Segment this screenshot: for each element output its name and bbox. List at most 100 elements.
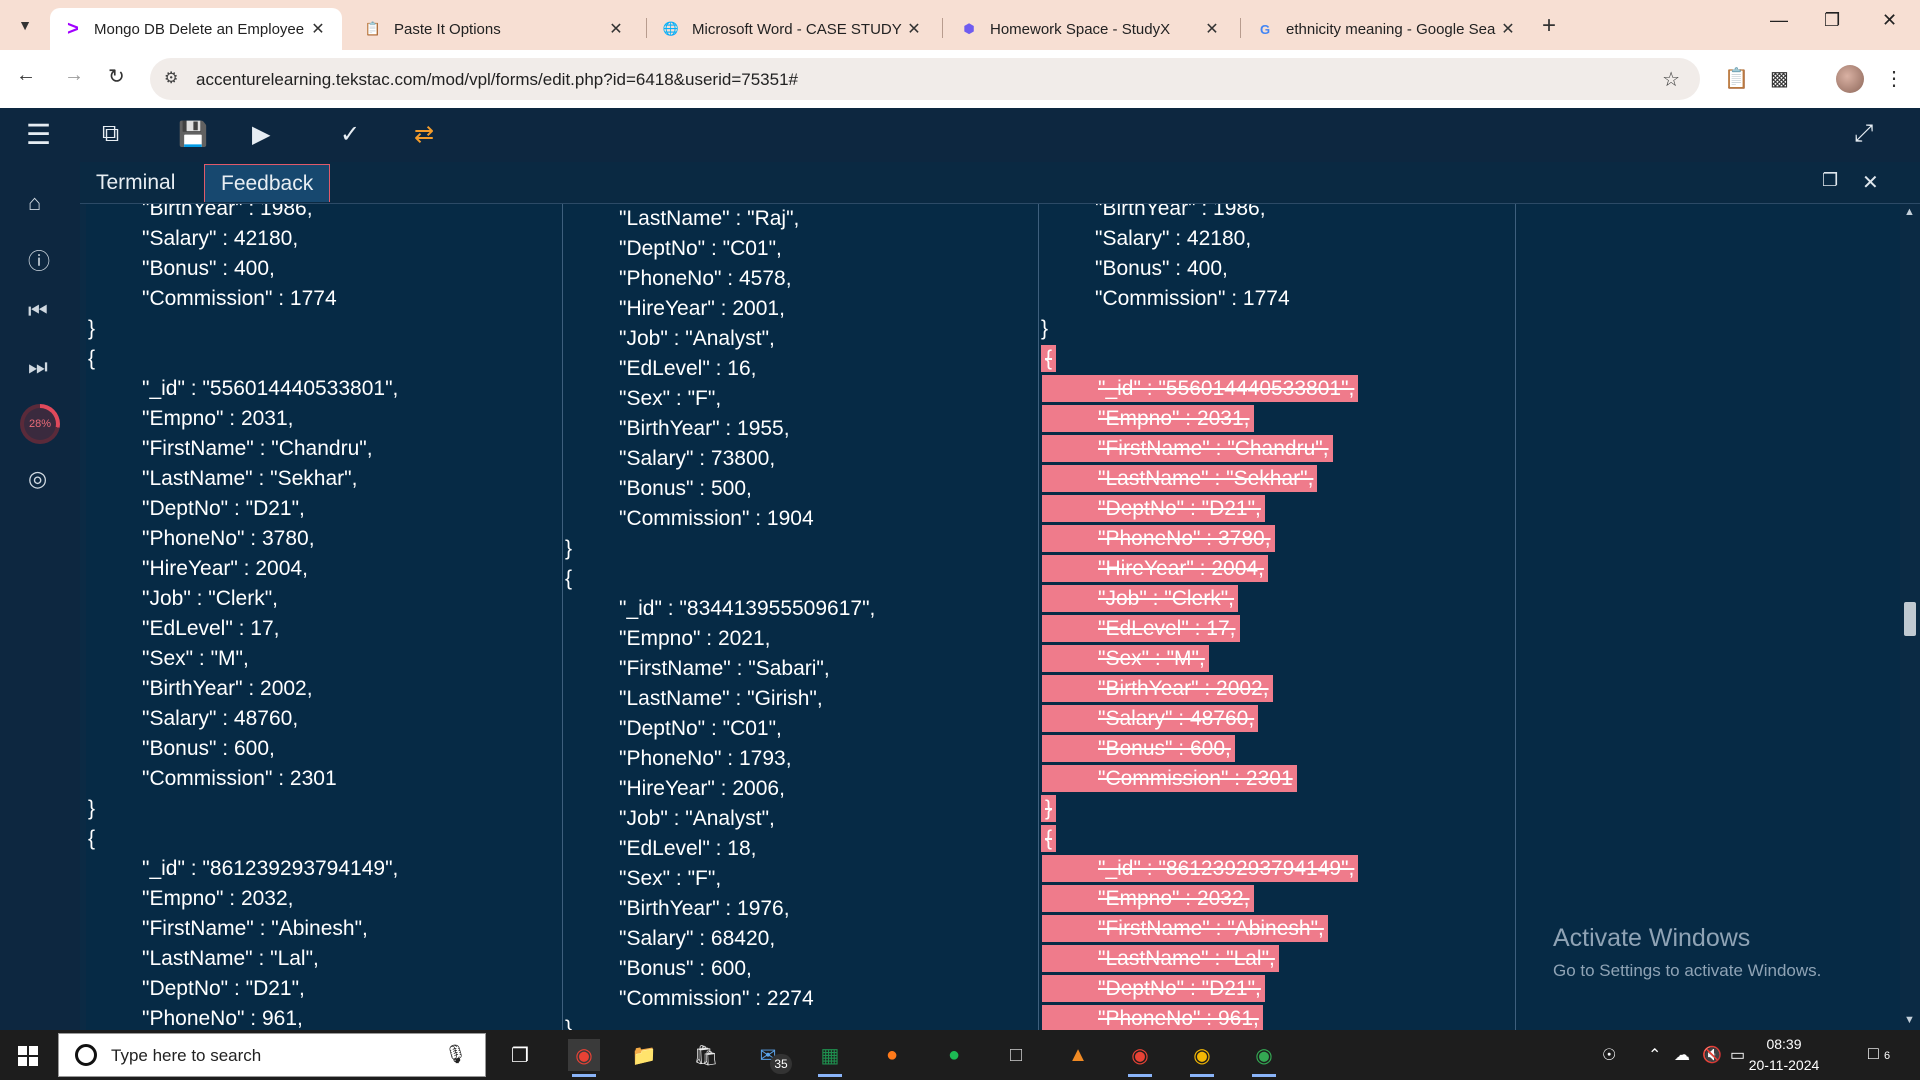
diff-line: { [86,824,562,854]
diff-line: "Salary" : 42180, [1039,224,1515,254]
close-icon[interactable]: ✕ [606,19,626,39]
microsoft-store-icon[interactable]: 🛍 [690,1039,722,1071]
people-icon[interactable]: ☉ [1602,1045,1616,1065]
diff-line: "LastName" : "Sekhar", [86,464,562,494]
hamburger-menu-icon[interactable]: ☰ [26,118,51,151]
diff-line: "LastName" : "Lal", [86,944,562,974]
minimize-icon[interactable]: — [1770,10,1788,31]
support-lifebuoy-icon[interactable]: ◎ [28,466,47,492]
diff-line-text: "Empno" : 2032, [142,887,294,910]
diff-line: "Bonus" : 500, [563,474,1038,504]
diff-line: "Salary" : 48760, [86,704,562,734]
deleted-diff-line: "Bonus" : 600, [1039,734,1515,764]
notification-center-icon[interactable]: □ [1868,1043,1879,1064]
scroll-down-arrow-icon[interactable]: ▼ [1904,1014,1915,1026]
diff-line-text: "DeptNo" : "D21", [142,977,305,1000]
file-explorer-icon[interactable]: 📁 [628,1039,660,1071]
panel-tab-bar: Terminal Feedback ❐ ✕ [80,162,1920,204]
tab-mongo-db[interactable]: > Mongo DB Delete an Employee ✕ [50,8,342,50]
tab-search-chevron-icon[interactable]: ▼ [10,10,40,40]
tab-studyx[interactable]: ⬢ Homework Space - StudyX ✕ [946,8,1236,50]
close-panel-icon[interactable]: ✕ [1862,170,1879,195]
microphone-icon[interactable]: 🎙 [444,1044,467,1065]
reload-icon[interactable]: ↻ [108,64,125,89]
show-hidden-icons-chevron-icon[interactable]: ⌃ [1648,1045,1661,1065]
diff-line: "PhoneNo" : 1793, [563,744,1038,774]
diff-line: "Salary" : 73800, [563,444,1038,474]
address-bar[interactable]: ⚙ accenturelearning.tekstac.com/mod/vpl/… [150,58,1700,100]
diff-line: "Salary" : 42180, [86,224,562,254]
chrome-profile-2-icon[interactable]: ◉ [1124,1039,1156,1077]
evaluate-check-icon[interactable]: ✓ [340,120,360,149]
diff-line-text: "Salary" : 48760, [142,707,299,730]
chrome-taskbar-icon[interactable]: ◉ [568,1039,600,1077]
spotify-icon[interactable]: ● [938,1039,970,1071]
diff-line: "BirthYear" : 1976, [563,894,1038,924]
tab-microsoft-word[interactable]: 🌐 Microsoft Word - CASE STUDY ✕ [648,8,938,50]
task-view-icon[interactable]: ❐ [504,1039,536,1071]
diff-line: "EdLevel" : 18, [563,834,1038,864]
close-icon[interactable]: ✕ [1202,19,1222,39]
skip-forward-icon[interactable]: ⏭ [28,354,48,380]
diff-line-text: "FirstName" : "Chandru", [142,437,373,460]
deleted-diff-line: "FirstName" : "Chandru", [1039,434,1515,464]
site-info-icon[interactable]: ⚙ [164,68,178,88]
maximize-panel-icon[interactable]: ❐ [1822,170,1838,191]
vlc-cone-icon[interactable]: ▲ [1062,1039,1094,1071]
url-text[interactable]: accenturelearning.tekstac.com/mod/vpl/fo… [196,70,798,90]
diff-line: "EdLevel" : 16, [563,354,1038,384]
chrome-profile-4-icon[interactable]: ◉ [1248,1039,1280,1077]
diff-line: "FirstName" : "Chandru", [86,434,562,464]
taskbar-clock[interactable]: 08:39 20-11-2024 [1742,1034,1826,1076]
tab-paste-it[interactable]: 📋 Paste It Options ✕ [350,8,640,50]
chrome-profile-3-icon[interactable]: ◉ [1186,1039,1218,1077]
diff-line-text: "LastName" : "Lal", [1042,945,1279,972]
profile-avatar[interactable] [1836,65,1864,93]
onedrive-network-icon[interactable]: ☁ [1674,1045,1690,1065]
bookmark-star-icon[interactable]: ☆ [1662,67,1680,92]
diff-line: "Bonus" : 600, [86,734,562,764]
more-menu-icon[interactable]: ⋮ [1884,66,1904,91]
new-tab-plus-icon[interactable]: + [1542,12,1556,40]
extension-clipboard-icon[interactable]: 📋 [1724,66,1749,91]
run-play-icon[interactable]: ▶ [252,120,270,149]
browser-tab-strip: ▼ > Mongo DB Delete an Employee ✕ 📋 Past… [0,0,1920,50]
restore-icon[interactable]: ❐ [1824,10,1840,31]
tab-terminal[interactable]: Terminal [80,164,191,202]
save-icon[interactable]: 💾 [178,120,208,149]
back-arrow-icon[interactable]: ← [16,64,36,87]
diff-line: "BirthYear" : 2002, [86,674,562,704]
scrollbar-thumb[interactable] [1904,602,1916,636]
info-icon[interactable]: ⓘ [28,244,50,276]
tab-feedback[interactable]: Feedback [204,164,331,202]
scroll-up-arrow-icon[interactable]: ▲ [1904,206,1915,218]
extensions-puzzle-icon[interactable]: ▩ [1770,66,1789,91]
diff-line-text: "Commission" : 2301 [142,767,337,790]
close-icon[interactable]: ✕ [904,19,924,39]
skip-back-icon[interactable]: ⏮ [28,298,48,324]
close-icon[interactable]: ✕ [308,19,328,39]
diff-line: "Job" : "Analyst", [563,324,1038,354]
copy-icon[interactable]: ⧉ [102,120,119,148]
diff-line-text: "Sex" : "M", [142,647,249,670]
home-icon[interactable]: ⌂ [28,190,41,216]
swap-arrows-icon[interactable]: ⇄ [414,120,434,149]
exit-fullscreen-icon[interactable]: ⤢ [1854,120,1873,148]
vertical-scrollbar[interactable]: ▲ ▼ [1900,204,1920,1030]
diff-column-expected: "BirthYear" : 1986, "Salary" : 42180, "Bon… [86,204,563,1030]
diff-line-text: "_id" : "556014440533801", [1042,375,1359,402]
close-icon[interactable]: ✕ [1498,19,1518,39]
diff-line: { [563,564,1038,594]
tab-google-search[interactable]: G ethnicity meaning - Google Sea ✕ [1242,8,1532,50]
diff-line-text: "DeptNo" : "C01", [619,237,782,260]
firefox-icon[interactable]: ● [876,1039,908,1071]
taskbar-search-box[interactable]: Type here to search 🎙 [58,1033,486,1077]
diff-line-text: "_id" : "861239293794149", [1042,855,1359,882]
excel-file-icon[interactable]: ▦ [814,1039,846,1077]
forward-arrow-icon[interactable]: → [64,64,84,87]
terminal-icon[interactable]: □ [1000,1039,1032,1071]
diff-line-text: "Sex" : "M", [1042,645,1209,672]
windows-start-icon[interactable] [18,1046,38,1066]
window-close-icon[interactable]: ✕ [1882,10,1897,31]
volume-muted-icon[interactable]: 🔇 [1702,1045,1722,1065]
